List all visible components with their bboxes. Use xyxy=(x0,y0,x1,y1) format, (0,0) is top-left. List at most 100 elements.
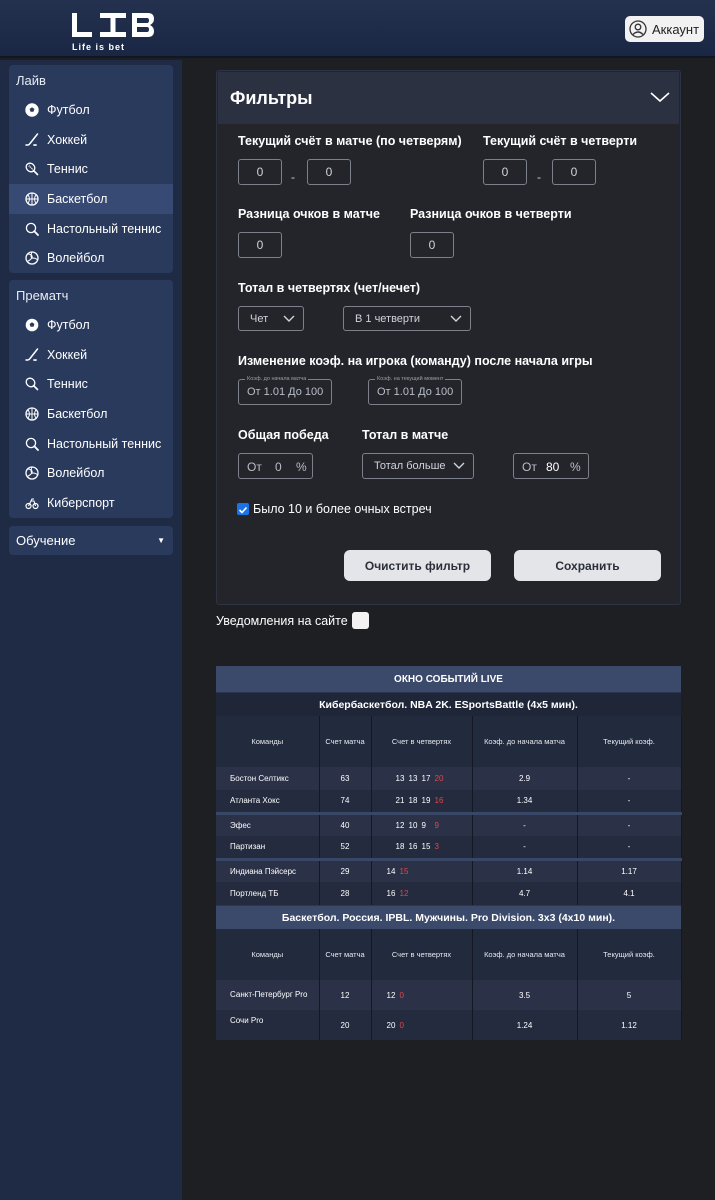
score-dash: - xyxy=(291,170,295,184)
sidebar-item-live-football[interactable]: Футбол xyxy=(9,95,173,125)
h2h-checkbox[interactable] xyxy=(237,503,249,515)
quarter-select[interactable]: В 1 четверти xyxy=(343,306,471,331)
top-bar: Life is bet Аккаунт xyxy=(0,0,715,58)
notifications-toggle[interactable] xyxy=(352,612,369,629)
quarter-score: 21 xyxy=(395,796,405,806)
live-table-2: Команды Счет матча Счет в четвертях Коэф… xyxy=(216,929,682,1040)
total-select[interactable]: Тотал больше xyxy=(362,453,474,479)
table-row[interactable]: Бостон Селтикс 63 13 13 17 20 2.9 - xyxy=(216,767,682,790)
quarter-scores: 16 12 xyxy=(371,882,473,905)
sidebar-item-live-volleyball[interactable]: Волейбол xyxy=(9,243,173,273)
table-row[interactable]: Санкт-Петербург Pro 12 12 0 3.5 5 xyxy=(216,980,682,1010)
quarter-score: 13 xyxy=(408,774,418,783)
quarter-scores: 18 16 15 3 xyxy=(371,836,473,859)
save-button[interactable]: Сохранить xyxy=(514,550,661,581)
match-score: 29 xyxy=(319,857,372,882)
current-quarter-score: 9 xyxy=(434,820,439,830)
football-icon xyxy=(25,318,39,332)
percent-sign: % xyxy=(570,460,581,474)
sidebar-item-prematch-tennis[interactable]: Теннис xyxy=(9,369,173,399)
overall-win-input[interactable]: От 0 % xyxy=(238,453,313,479)
sidebar-item-label: Теннис xyxy=(47,162,88,177)
sidebar-item-label: Настольный теннис xyxy=(47,436,162,451)
sidebar-learning[interactable]: Обучение ▼ xyxy=(9,526,173,555)
odds-current-range[interactable]: Коэф. на текущий момент От 1.01 До 100 xyxy=(368,375,462,405)
clear-filter-button[interactable]: Очистить фильтр xyxy=(344,550,491,581)
h2h-label: Было 10 и более очных встреч xyxy=(253,502,432,516)
team-name: Атланта Хокс xyxy=(216,790,320,813)
sidebar-live-header[interactable]: Лайв xyxy=(9,65,173,95)
sidebar-item-prematch-volleyball[interactable]: Волейбол xyxy=(9,458,173,488)
table-row[interactable]: Партизан 52 18 16 15 3 - - xyxy=(216,836,682,859)
sidebar-item-prematch-basketball[interactable]: Баскетбол xyxy=(9,399,173,429)
odds-current-from: 1.01 xyxy=(393,386,416,398)
odds-start-to: 100 xyxy=(304,386,324,398)
table-tennis-icon xyxy=(25,437,39,451)
match-score: 12 xyxy=(319,980,372,1010)
score-match-b-input[interactable]: 0 xyxy=(307,159,351,185)
odds-start: - xyxy=(472,836,578,859)
total-percent-input[interactable]: От 80 % xyxy=(513,453,589,479)
sidebar-item-label: Волейбол xyxy=(47,466,105,481)
table-row[interactable]: Эфес 40 12 10 9 9 - - xyxy=(216,811,682,836)
parity-select-value: Чет xyxy=(250,312,269,325)
table-row[interactable]: Сочи Pro 20 20 0 1.24 1.12 xyxy=(216,1010,682,1040)
odds-start-from: 1.01 xyxy=(263,386,286,398)
sidebar-item-live-basketball[interactable]: Баскетбол xyxy=(9,184,173,214)
match-score: 28 xyxy=(319,882,372,905)
sidebar-item-live-hockey[interactable]: Хоккей xyxy=(9,125,173,155)
current-quarter-score: 3 xyxy=(434,842,439,852)
score-quarter-b-input[interactable]: 0 xyxy=(552,159,596,185)
check-icon xyxy=(238,506,248,514)
table-row[interactable]: Индиана Пэйсерс 29 14 15 1.14 1.17 xyxy=(216,857,682,882)
match-score: 74 xyxy=(319,790,372,813)
brand-logo[interactable]: Life is bet xyxy=(72,13,154,52)
sidebar: Лайв Футбол Хоккей Теннис Баскетбол Наст… xyxy=(0,60,182,1200)
odds-start: 1.24 xyxy=(472,1010,578,1040)
column-header: Счет в четвертях xyxy=(371,929,473,980)
sidebar-item-label: Теннис xyxy=(47,377,88,392)
diff-match-input[interactable]: 0 xyxy=(238,232,282,258)
from-label: От xyxy=(247,386,261,398)
quarter-scores: 14 15 xyxy=(371,857,473,882)
sidebar-item-prematch-football[interactable]: Футбол xyxy=(9,310,173,340)
diff-quarter-label: Разница очков в четверти xyxy=(410,207,572,221)
table-row[interactable]: Атланта Хокс 74 21 18 19 16 1.34 - xyxy=(216,790,682,813)
column-header: Счет в четвертях xyxy=(371,716,473,767)
odds-current-to: 100 xyxy=(434,386,454,398)
column-header: Текущий коэф. xyxy=(577,716,682,767)
quarter-select-value: В 1 четверти xyxy=(355,312,420,325)
hockey-icon xyxy=(25,347,39,361)
sidebar-prematch-header[interactable]: Прематч xyxy=(9,280,173,310)
quarter-score: 12 xyxy=(386,990,396,1000)
odds-start-range[interactable]: Коэф. до начала матча От 1.01 До 100 xyxy=(238,375,332,405)
sidebar-item-live-table-tennis[interactable]: Настольный теннис xyxy=(9,214,173,244)
sidebar-item-live-tennis[interactable]: Теннис xyxy=(9,154,173,184)
quarter-score: 19 xyxy=(421,796,431,806)
quarter-score: 15 xyxy=(421,842,431,852)
account-button[interactable]: Аккаунт xyxy=(625,16,704,42)
score-match-a-input[interactable]: 0 xyxy=(238,159,282,185)
sidebar-item-prematch-table-tennis[interactable]: Настольный теннис xyxy=(9,429,173,459)
chevron-down-icon xyxy=(283,315,295,322)
odds-start-legend: Коэф. до начала матча xyxy=(245,375,309,383)
parity-select[interactable]: Чет xyxy=(238,306,304,331)
match-score: 20 xyxy=(319,1010,372,1040)
sidebar-item-prematch-hockey[interactable]: Хоккей xyxy=(9,340,173,370)
current-quarter-score: 12 xyxy=(399,889,409,898)
sidebar-item-prematch-esports[interactable]: Киберспорт xyxy=(9,488,173,518)
odds-now: - xyxy=(577,767,682,790)
quarter-score: 18 xyxy=(408,796,418,806)
tennis-icon xyxy=(25,162,39,176)
total-percent-value: 80 xyxy=(546,460,560,474)
from-label: От xyxy=(247,460,262,474)
table-header-row: Команды Счет матча Счет в четвертях Коэф… xyxy=(216,929,682,980)
sidebar-item-label: Футбол xyxy=(47,317,90,332)
chevron-down-icon[interactable] xyxy=(650,90,670,104)
column-header: Счет матча xyxy=(319,929,372,980)
filters-header[interactable]: Фильтры xyxy=(218,72,679,124)
table-row[interactable]: Портленд ТБ 28 16 12 4.7 4.1 xyxy=(216,882,682,905)
diff-quarter-input[interactable]: 0 xyxy=(410,232,454,258)
table-tennis-icon xyxy=(25,222,39,236)
score-quarter-a-input[interactable]: 0 xyxy=(483,159,527,185)
